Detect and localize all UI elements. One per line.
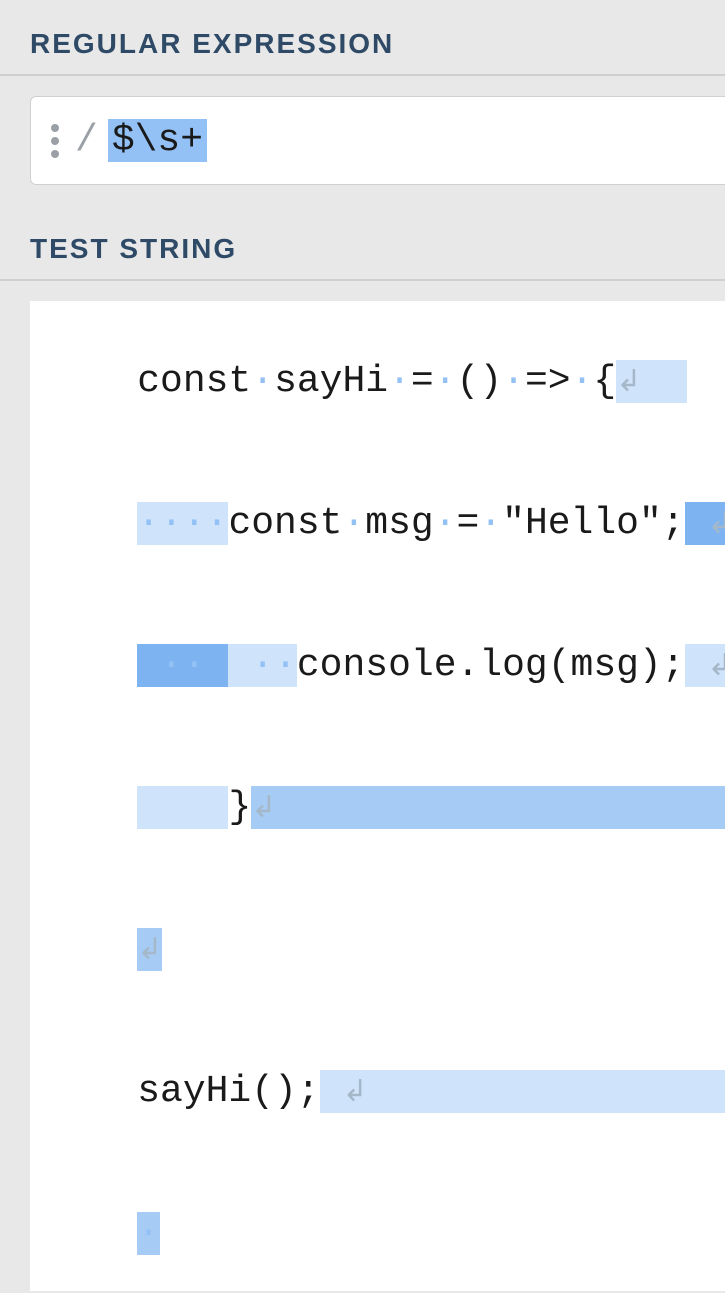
test-line: ·· ··console.log(msg); ↲ bbox=[46, 609, 725, 723]
regex-pattern-text[interactable]: $\s+ bbox=[108, 119, 207, 162]
drag-handle-icon[interactable] bbox=[51, 124, 59, 158]
regex-input-container[interactable]: / $\s+ bbox=[30, 96, 725, 185]
test-line: sayHi(); ↲ bbox=[46, 1035, 725, 1149]
regex-section-header: REGULAR EXPRESSION bbox=[0, 0, 725, 76]
teststring-section-header: TEST STRING bbox=[0, 205, 725, 281]
test-line: const·sayHi·=·()·=>·{↲ bbox=[46, 325, 725, 439]
test-line: ····const·msg·=·"Hello"; ↲ bbox=[46, 467, 725, 581]
test-line: · bbox=[46, 1177, 725, 1291]
test-line: }↲ bbox=[46, 751, 725, 865]
teststring-input[interactable]: const·sayHi·=·()·=>·{↲ ····const·msg·=·"… bbox=[30, 301, 725, 1291]
test-line: ↲ bbox=[46, 893, 725, 1007]
regex-delimiter: / bbox=[75, 119, 98, 162]
